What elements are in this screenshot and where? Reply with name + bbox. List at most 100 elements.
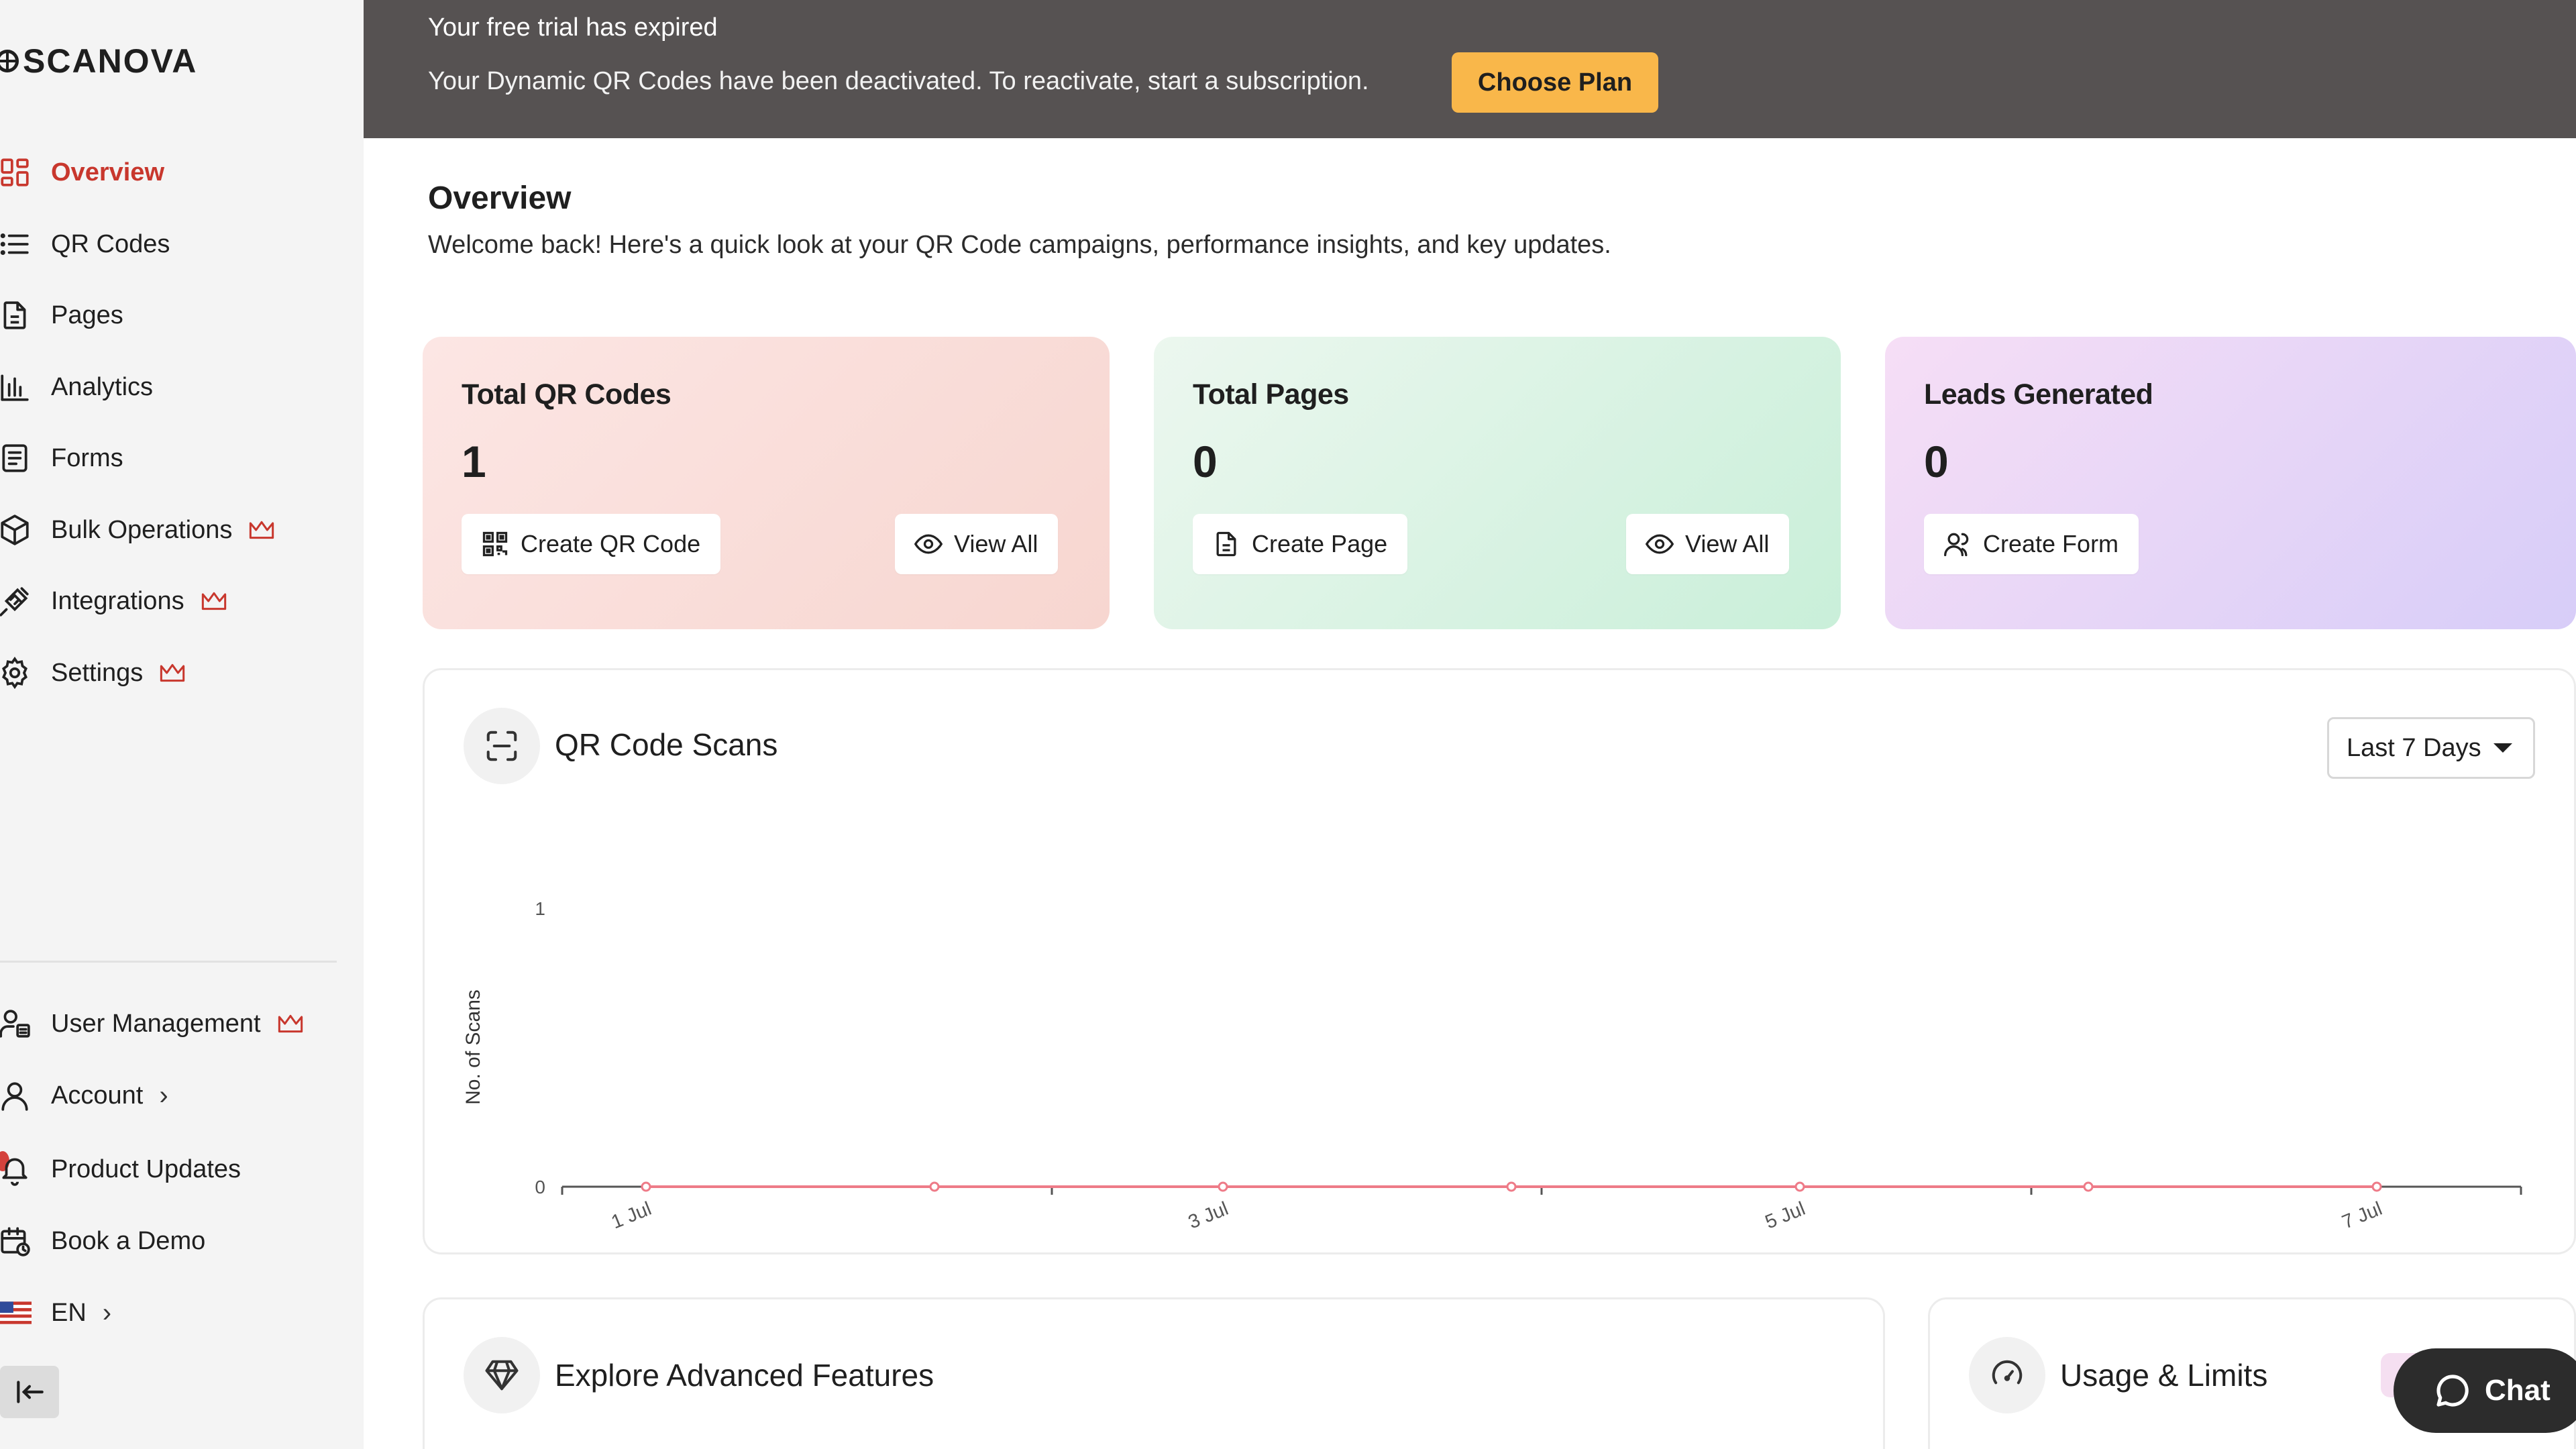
card-title: Leads Generated <box>1924 378 2153 411</box>
sidebar-item-product-updates[interactable]: Product Updates <box>0 1146 349 1193</box>
sidebar-item-label: Account <box>51 1081 144 1110</box>
form-icon <box>0 441 32 476</box>
premium-crown-icon <box>201 592 226 610</box>
usage-title: Usage & Limits <box>2060 1358 2268 1393</box>
gauge-icon <box>1969 1337 2045 1413</box>
sidebar-item-pages[interactable]: Pages <box>0 292 349 339</box>
choose-plan-button[interactable]: Choose Plan <box>1452 52 1658 113</box>
data-point <box>2371 1181 2382 1192</box>
eye-icon <box>1645 534 1674 554</box>
sidebar-item-account[interactable]: Account › <box>0 1072 349 1119</box>
users-icon <box>0 1006 32 1041</box>
create-qr-code-button[interactable]: Create QR Code <box>462 514 721 574</box>
sidebar-item-label: Bulk Operations <box>51 515 233 544</box>
x-tick-label: 1 Jul <box>608 1198 655 1234</box>
card-value: 1 <box>462 437 486 486</box>
qr-code-scans-panel: QR Code Scans Last 7 Days No. of Scans 0… <box>423 668 2576 1254</box>
sidebar-item-language[interactable]: EN › <box>0 1289 349 1336</box>
data-point <box>1506 1181 1517 1192</box>
sidebar-item-bulk-operations[interactable]: Bulk Operations <box>0 506 349 553</box>
bar-chart-icon <box>0 370 32 405</box>
user-icon <box>0 1078 32 1113</box>
sidebar-item-label: User Management <box>51 1009 261 1038</box>
button-label: Create QR Code <box>521 530 701 557</box>
sidebar-item-label: Integrations <box>51 586 184 615</box>
x-tick-label: 5 Jul <box>1762 1198 1809 1234</box>
y-tick-label: 1 <box>535 898 545 919</box>
banner-message: Your Dynamic QR Codes have been deactiva… <box>428 67 1369 95</box>
chat-button[interactable]: Chat <box>2394 1348 2576 1433</box>
view-all-pages-button[interactable]: View All <box>1626 514 1790 574</box>
premium-crown-icon <box>278 1014 303 1033</box>
data-point <box>641 1181 651 1192</box>
premium-crown-icon <box>250 521 274 539</box>
grid-icon <box>0 155 32 190</box>
data-point <box>2083 1181 2094 1192</box>
brand-name: SCANOVA <box>23 42 198 80</box>
sidebar-item-qr-codes[interactable]: QR Codes <box>0 221 349 268</box>
create-form-button[interactable]: Create Form <box>1924 514 2139 574</box>
trial-expired-banner: Your free trial has expired Your Dynamic… <box>364 0 2576 138</box>
chat-label: Chat <box>2485 1374 2551 1407</box>
button-label: Create Page <box>1252 530 1388 557</box>
sidebar-item-label: Product Updates <box>51 1155 241 1183</box>
premium-crown-icon <box>160 663 185 682</box>
logo-mark-icon <box>0 50 19 72</box>
qr-code-icon <box>482 531 508 557</box>
collapse-sidebar-button[interactable] <box>0 1366 59 1418</box>
chevron-right-icon: › <box>159 1080 168 1110</box>
create-page-button[interactable]: Create Page <box>1193 514 1408 574</box>
eye-icon <box>914 534 943 554</box>
plug-icon <box>0 584 32 619</box>
advanced-features-panel: Explore Advanced Features <box>423 1297 1885 1449</box>
us-flag-icon <box>0 1295 32 1330</box>
sidebar-item-label: Book a Demo <box>51 1226 206 1255</box>
button-label: View All <box>1685 530 1770 557</box>
sidebar-item-settings[interactable]: Settings <box>0 649 349 696</box>
sidebar-item-label: Forms <box>51 443 123 472</box>
sidebar-divider <box>0 961 337 963</box>
page-title: Overview <box>428 180 572 216</box>
list-icon <box>0 227 32 262</box>
box-icon <box>0 513 32 547</box>
view-all-qr-codes-button[interactable]: View All <box>895 514 1059 574</box>
sidebar-item-integrations[interactable]: Integrations <box>0 578 349 625</box>
sidebar-item-user-management[interactable]: User Management <box>0 1000 349 1047</box>
sidebar-item-label: Analytics <box>51 372 154 401</box>
data-point <box>1794 1181 1805 1192</box>
page-icon <box>0 298 32 333</box>
button-label: Create Form <box>1983 530 2119 557</box>
page-subtitle: Welcome back! Here's a quick look at you… <box>428 231 1611 259</box>
total-pages-card: Total Pages 0 Create Page View All <box>1154 337 1841 629</box>
y-axis-label: No. of Scans <box>462 989 484 1105</box>
card-value: 0 <box>1924 437 1949 486</box>
sidebar-item-label: Pages <box>51 301 123 329</box>
card-value: 0 <box>1193 437 1218 486</box>
card-title: Total QR Codes <box>462 378 672 411</box>
x-tick-label: 3 Jul <box>1185 1198 1232 1234</box>
page-icon <box>1216 531 1236 557</box>
sidebar-item-forms[interactable]: Forms <box>0 435 349 482</box>
sidebar-item-label: Settings <box>51 658 144 687</box>
sidebar-item-analytics[interactable]: Analytics <box>0 364 349 411</box>
sidebar-item-label: Overview <box>51 158 164 186</box>
sidebar-item-overview[interactable]: Overview <box>0 149 349 196</box>
features-title: Explore Advanced Features <box>555 1358 934 1393</box>
sidebar-item-label: EN <box>51 1298 87 1327</box>
banner-title: Your free trial has expired <box>428 13 718 42</box>
sidebar-item-label: QR Codes <box>51 229 170 258</box>
button-label: View All <box>954 530 1038 557</box>
users-icon <box>1944 533 1969 557</box>
brand-logo[interactable]: SCANOVA <box>0 42 197 80</box>
x-tick-label: 7 Jul <box>2339 1198 2385 1234</box>
diamond-icon <box>464 1337 540 1413</box>
gear-icon <box>0 655 32 690</box>
scans-line-chart: No. of Scans 0 1 1 Jul 3 Jul 5 Jul 7 Jul <box>462 898 2522 1234</box>
chevron-right-icon: › <box>102 1297 112 1328</box>
sidebar-item-book-demo[interactable]: Book a Demo <box>0 1218 349 1265</box>
y-tick-label: 0 <box>535 1177 545 1197</box>
data-point <box>1218 1181 1228 1192</box>
total-qr-codes-card: Total QR Codes 1 Create QR Code View All <box>423 337 1110 629</box>
bell-icon <box>0 1152 32 1187</box>
data-point <box>929 1181 940 1192</box>
